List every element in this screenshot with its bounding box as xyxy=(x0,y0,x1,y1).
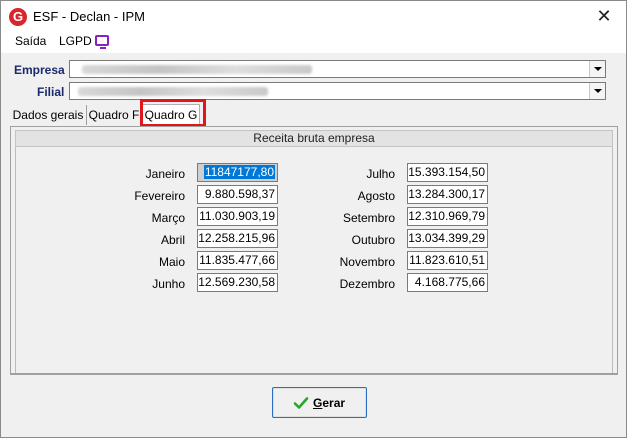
value-fevereiro[interactable]: 9.880.598,37 xyxy=(197,185,278,204)
month-label-dezembro: Dezembro xyxy=(339,277,395,291)
month-label-maio: Maio xyxy=(158,255,185,269)
quadro-g-panel: Receita bruta empresa Janeiro 11847177,8… xyxy=(10,126,618,374)
main-window: G ESF - Declan - IPM ✕ Saída LGPD Empres… xyxy=(0,0,627,438)
month-label-junho: Junho xyxy=(152,277,185,291)
filial-select[interactable] xyxy=(69,82,606,100)
month-label-abril: Abril xyxy=(160,233,185,247)
menu-item-lgpd[interactable]: LGPD xyxy=(59,34,92,48)
filial-value-redacted xyxy=(78,87,268,96)
filial-label: Filial xyxy=(37,85,65,99)
gerar-button[interactable]: Gerar xyxy=(272,387,367,418)
footer-divider xyxy=(10,374,618,375)
empresa-select[interactable] xyxy=(69,60,606,78)
month-label-marco: Março xyxy=(151,211,185,225)
window-title: ESF - Declan - IPM xyxy=(33,9,145,24)
empresa-value-redacted xyxy=(82,65,312,74)
month-label-novembro: Novembro xyxy=(339,255,395,269)
checkmark-icon xyxy=(293,397,309,409)
value-dezembro[interactable]: 4.168.775,66 xyxy=(407,273,488,292)
value-janeiro[interactable]: 11847177,80 xyxy=(197,163,278,182)
monitor-icon[interactable] xyxy=(95,35,109,49)
month-label-setembro: Setembro xyxy=(342,211,395,225)
empresa-label: Empresa xyxy=(14,63,65,77)
chevron-down-icon[interactable] xyxy=(589,61,605,77)
value-outubro[interactable]: 13.034.399,29 xyxy=(407,229,488,248)
value-janeiro-text: 11847177,80 xyxy=(203,165,275,179)
month-label-outubro: Outubro xyxy=(351,233,395,247)
section-title: Receita bruta empresa xyxy=(15,130,613,147)
value-agosto[interactable]: 13.284.300,17 xyxy=(407,185,488,204)
value-maio[interactable]: 11.835.477,66 xyxy=(197,251,278,270)
menu-item-saida[interactable]: Saída xyxy=(15,34,46,48)
month-label-julho: Julho xyxy=(366,167,395,181)
app-logo-icon: G xyxy=(9,8,27,26)
tab-dados-gerais[interactable]: Dados gerais xyxy=(10,105,87,125)
value-marco[interactable]: 11.030.903,19 xyxy=(197,207,278,226)
tab-quadro-f[interactable]: Quadro F xyxy=(88,105,140,125)
value-abril[interactable]: 12.258.215,96 xyxy=(197,229,278,248)
chevron-down-icon[interactable] xyxy=(589,83,605,99)
month-label-agosto: Agosto xyxy=(357,189,395,203)
value-novembro[interactable]: 11.823.610,51 xyxy=(407,251,488,270)
tab-highlight-box xyxy=(140,99,206,127)
month-label-janeiro: Janeiro xyxy=(145,167,185,181)
value-setembro[interactable]: 12.310.969,79 xyxy=(407,207,488,226)
close-icon[interactable]: ✕ xyxy=(591,4,617,28)
month-label-fevereiro: Fevereiro xyxy=(134,189,185,203)
title-bar: G ESF - Declan - IPM ✕ xyxy=(1,1,626,31)
value-julho[interactable]: 15.393.154,50 xyxy=(407,163,488,182)
gerar-label: Gerar xyxy=(313,396,346,410)
value-junho[interactable]: 12.569.230,58 xyxy=(197,273,278,292)
